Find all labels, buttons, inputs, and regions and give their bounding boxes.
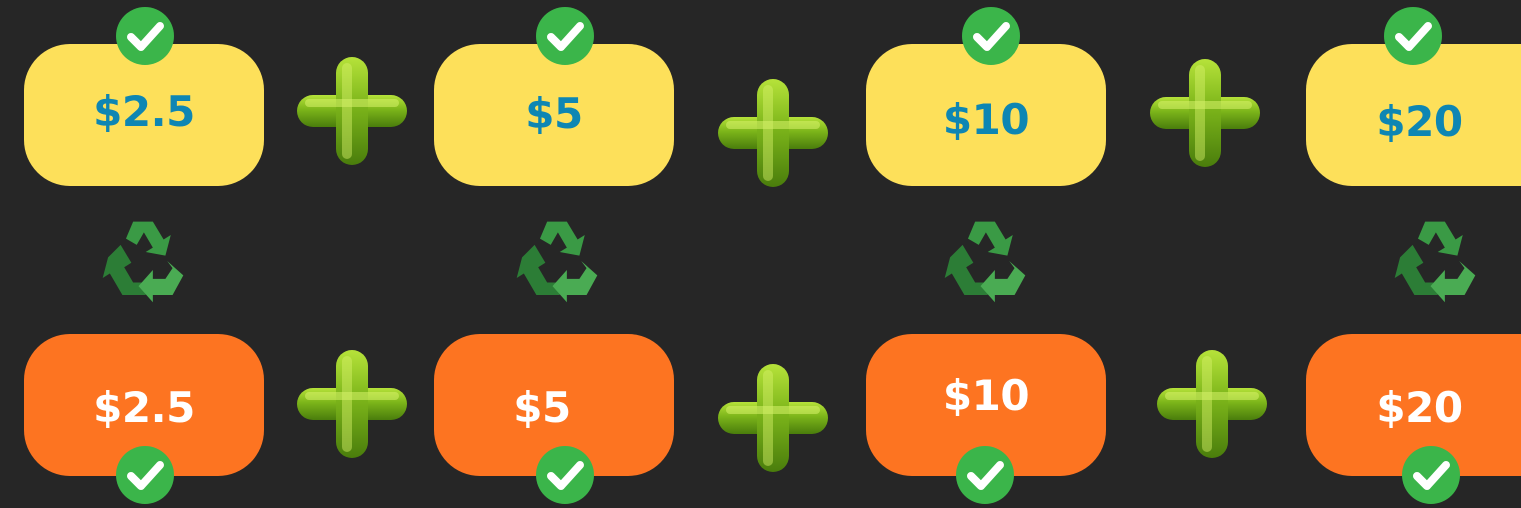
top-pill-1[interactable]: $2.5 <box>24 44 264 186</box>
top-pill-3-label: $10 <box>942 94 1030 144</box>
check-circle-icon <box>962 7 1020 65</box>
recycle-icon <box>1394 221 1476 303</box>
check-circle-icon <box>536 7 594 65</box>
recycle-icon <box>516 221 598 303</box>
top-pill-4[interactable]: $20 <box>1306 44 1521 186</box>
check-circle-icon <box>956 446 1014 504</box>
plus-icon <box>297 57 407 165</box>
check-circle-icon <box>536 446 594 504</box>
check-circle-icon <box>116 7 174 65</box>
plus-icon <box>1157 350 1267 458</box>
top-pill-1-label: $2.5 <box>93 86 195 136</box>
top-pill-4-label: $20 <box>1376 96 1463 146</box>
plus-icon <box>297 350 407 458</box>
bottom-pill-4-label: $20 <box>1376 382 1463 432</box>
top-pill-2[interactable]: $5 <box>434 44 674 186</box>
bottom-pill-3-label: $10 <box>942 370 1030 420</box>
check-circle-icon <box>1384 7 1442 65</box>
top-pill-2-label: $5 <box>525 88 583 138</box>
recycle-icon <box>102 221 184 303</box>
check-circle-icon <box>1402 446 1460 504</box>
recycle-icon <box>944 221 1026 303</box>
top-pill-3[interactable]: $10 <box>866 44 1106 186</box>
bottom-pill-2-label: $5 <box>513 382 571 432</box>
plus-icon <box>1150 59 1260 167</box>
plus-icon <box>718 364 828 472</box>
plus-icon <box>718 79 828 187</box>
bottom-pill-1-label: $2.5 <box>93 382 195 432</box>
check-circle-icon <box>116 446 174 504</box>
